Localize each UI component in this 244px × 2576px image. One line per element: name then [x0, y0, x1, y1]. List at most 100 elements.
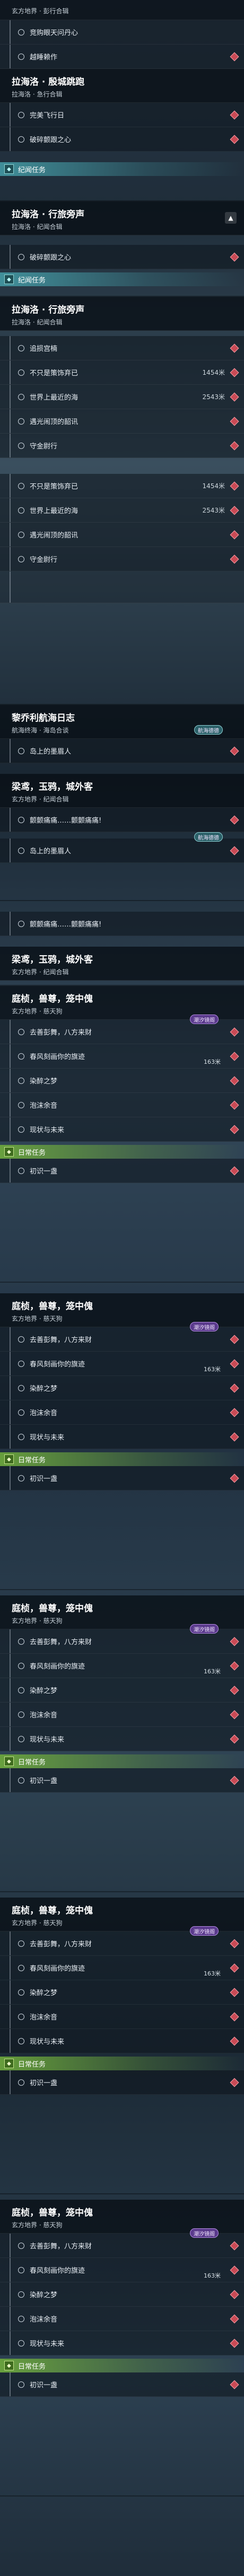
quest-header[interactable]: 黎乔利航海日志 航海终海 · 海岛合谈 航海德德: [0, 705, 244, 739]
step-circle-icon: [18, 1053, 24, 1060]
quest-step[interactable]: 不只是策饰弃已 1454米: [0, 474, 244, 498]
quest-step[interactable]: 泡沫余音: [0, 1093, 244, 1117]
quest-step[interactable]: 现状与未来: [0, 1425, 244, 1449]
quest-step[interactable]: 守金尉行: [0, 434, 244, 458]
step-label: 去善彭舞，八方来财: [30, 1029, 92, 1037]
quest-step[interactable]: 竞购眼天问丹心: [0, 20, 244, 45]
distance-text: 163米: [204, 2272, 221, 2279]
step-circle-icon: [18, 1687, 24, 1693]
step-circle-icon: [18, 747, 24, 754]
quest-step[interactable]: 越睡赖作: [0, 45, 244, 69]
quest-step[interactable]: 初识一盏: [0, 2372, 244, 2397]
quest-tag-label: 潮汐镜阁: [194, 1929, 215, 1935]
quest-step[interactable]: 染醉之梦: [0, 1376, 244, 1400]
quest-step[interactable]: 遇光闹顶的韶讯: [0, 523, 244, 547]
section-header-daily: ◆ 日常任务: [0, 2057, 244, 2070]
step-label: 完美飞行日: [30, 112, 65, 120]
quest-header[interactable]: 拉海洛 · 行旅旁声 拉海洛 · 纪闻合辑: [0, 297, 244, 331]
quest-step[interactable]: 追损宫楠: [0, 336, 244, 360]
quest-panel: 拉海洛 · 行旅旁声 拉海洛 · 纪闻合辑 ▲ 破碎颤跟之心 ◆ 纪闻任务: [0, 201, 244, 297]
quest-step[interactable]: 春风刻画你的旗迹 163米: [0, 1654, 244, 1678]
quest-step[interactable]: 不只是策饰弃已 1454米: [0, 360, 244, 385]
step-label: 守金尉行: [30, 556, 58, 564]
quest-step[interactable]: 去善彭舞，八方来财 潮汐镜阁: [0, 1014, 244, 1044]
quest-step[interactable]: 完美飞行日: [0, 103, 244, 127]
quest-step[interactable]: 初识一盏: [0, 1466, 244, 1490]
quest-step[interactable]: 泡沫余音: [0, 2307, 244, 2331]
step-circle-icon: [18, 2340, 24, 2346]
quest-title: 拉海洛 · 行旅旁声: [12, 305, 85, 315]
section-label: 纪闻任务: [18, 276, 46, 285]
quest-step[interactable]: 春风刻画你的旗迹 163米: [0, 1352, 244, 1376]
step-label: 追损宫楠: [30, 345, 58, 353]
step-circle-icon: [18, 418, 24, 425]
daily-quest-icon: ◆: [4, 2361, 14, 2370]
step-label: 守金尉行: [30, 443, 58, 451]
quest-step[interactable]: 春风刻画你的旗迹 163米: [0, 1044, 244, 1069]
quest-panel: 玄方地界 · 彭行合辑 竞购眼天问丹心 越睡赖作 拉海洛 · 殷城跳跑 拉海洛 …: [0, 0, 244, 201]
quest-step[interactable]: 染醉之梦: [0, 2282, 244, 2307]
step-circle-icon: [18, 1940, 24, 1947]
quest-step[interactable]: 岛上的墨眉人 航海德德: [0, 832, 244, 863]
quest-step[interactable]: 现状与未来: [0, 1117, 244, 1142]
quest-step[interactable]: 染醉之梦: [0, 1069, 244, 1093]
quest-step[interactable]: 去善彭舞，八方来财 潮汐镜阁: [0, 1322, 244, 1352]
quest-step[interactable]: 守金尉行: [0, 547, 244, 571]
daily-quest-icon: ◆: [4, 2059, 14, 2068]
quest-header[interactable]: 梁鸢，玉鸦，城外客 玄方地界 · 纪闻合辑: [0, 947, 244, 981]
section-label: 日常任务: [18, 1456, 46, 1465]
quest-step[interactable]: 去善彭舞，八方来财 潮汐镜阁: [0, 2228, 244, 2258]
step-label: 现状与未来: [30, 2340, 65, 2348]
quest-step[interactable]: 破碎颤跟之心: [0, 127, 244, 152]
step-circle-icon: [18, 1475, 24, 1481]
quest-step[interactable]: 现状与未来: [0, 2029, 244, 2053]
step-circle-icon: [18, 2315, 24, 2322]
quest-step[interactable]: 现状与未来: [0, 2331, 244, 2356]
story-quest-icon: ◆: [4, 275, 14, 284]
step-circle-icon: [18, 1167, 24, 1174]
step-circle-icon: [18, 1336, 24, 1343]
quest-step[interactable]: 初识一盏: [0, 2070, 244, 2095]
step-circle-icon: [18, 1662, 24, 1669]
quest-step[interactable]: 泡沫余音: [0, 1702, 244, 1727]
quest-step[interactable]: 春风刻画你的旗迹 163米: [0, 1956, 244, 1980]
step-circle-icon: [18, 1384, 24, 1391]
quest-step[interactable]: 去善彭舞，八方来财 潮汐镜阁: [0, 1926, 244, 1956]
step-circle-icon: [18, 2079, 24, 2086]
quest-header[interactable]: 玄方地界 · 彭行合辑: [0, 0, 244, 20]
quest-step[interactable]: 泡沫余音: [0, 2005, 244, 2029]
step-circle-icon: [18, 2037, 24, 2044]
distance-text: 2543米: [202, 507, 225, 514]
step-label: 染醉之梦: [30, 1989, 58, 1997]
quest-step[interactable]: 初识一盏: [0, 1159, 244, 1183]
quest-step[interactable]: 去善彭舞，八方来财 潮汐镜阁: [0, 1624, 244, 1654]
quest-step[interactable]: 世界上最近的海 2543米: [0, 385, 244, 409]
quest-step[interactable]: 初识一盏: [0, 1768, 244, 1793]
quest-header[interactable]: 拉海洛 · 殷城跳跑 拉海洛 · 急行合辑: [0, 69, 244, 103]
step-circle-icon: [18, 1077, 24, 1084]
quest-step[interactable]: 染醉之梦: [0, 1980, 244, 2005]
quest-step[interactable]: 岛上的墨眉人: [0, 739, 244, 763]
marker-diamond-icon: [230, 368, 239, 377]
quest-step[interactable]: 染醉之梦: [0, 1678, 244, 1702]
step-circle-icon: [18, 1126, 24, 1133]
step-label: 现状与未来: [30, 2038, 65, 2046]
step-circle-icon: [18, 1735, 24, 1742]
step-circle-icon: [18, 1028, 24, 1035]
quest-step[interactable]: 颤颤痛痛……颤颤痛痛!: [0, 808, 244, 832]
quest-tag: 潮汐镜阁: [190, 1624, 219, 1634]
quest-step[interactable]: 现状与未来: [0, 1727, 244, 1751]
quest-panel: 颤颤痛痛……颤颤痛痛! 梁鸢，玉鸦，城外客 玄方地界 · 纪闻合辑: [0, 901, 244, 986]
step-label: 颤颤痛痛……颤颤痛痛!: [30, 817, 102, 825]
quest-header[interactable]: 梁鸢，玉鸦，城外客 玄方地界 · 纪闻合辑: [0, 774, 244, 808]
chevron-up-icon[interactable]: ▲: [225, 212, 237, 224]
quest-step[interactable]: 春风刻画你的旗迹 163米: [0, 2258, 244, 2282]
quest-step[interactable]: 遇光闹顶的韶讯: [0, 409, 244, 434]
quest-step[interactable]: 世界上最近的海 2543米: [0, 498, 244, 523]
quest-step[interactable]: 破碎颤跟之心: [0, 245, 244, 269]
step-label: 染醉之梦: [30, 1078, 58, 1086]
step-circle-icon: [18, 1777, 24, 1784]
quest-step[interactable]: 泡沫余音: [0, 1400, 244, 1425]
quest-header[interactable]: 拉海洛 · 行旅旁声 拉海洛 · 纪闻合辑 ▲: [0, 201, 244, 235]
quest-step[interactable]: 颤颤痛痛……颤颤痛痛!: [0, 912, 244, 936]
